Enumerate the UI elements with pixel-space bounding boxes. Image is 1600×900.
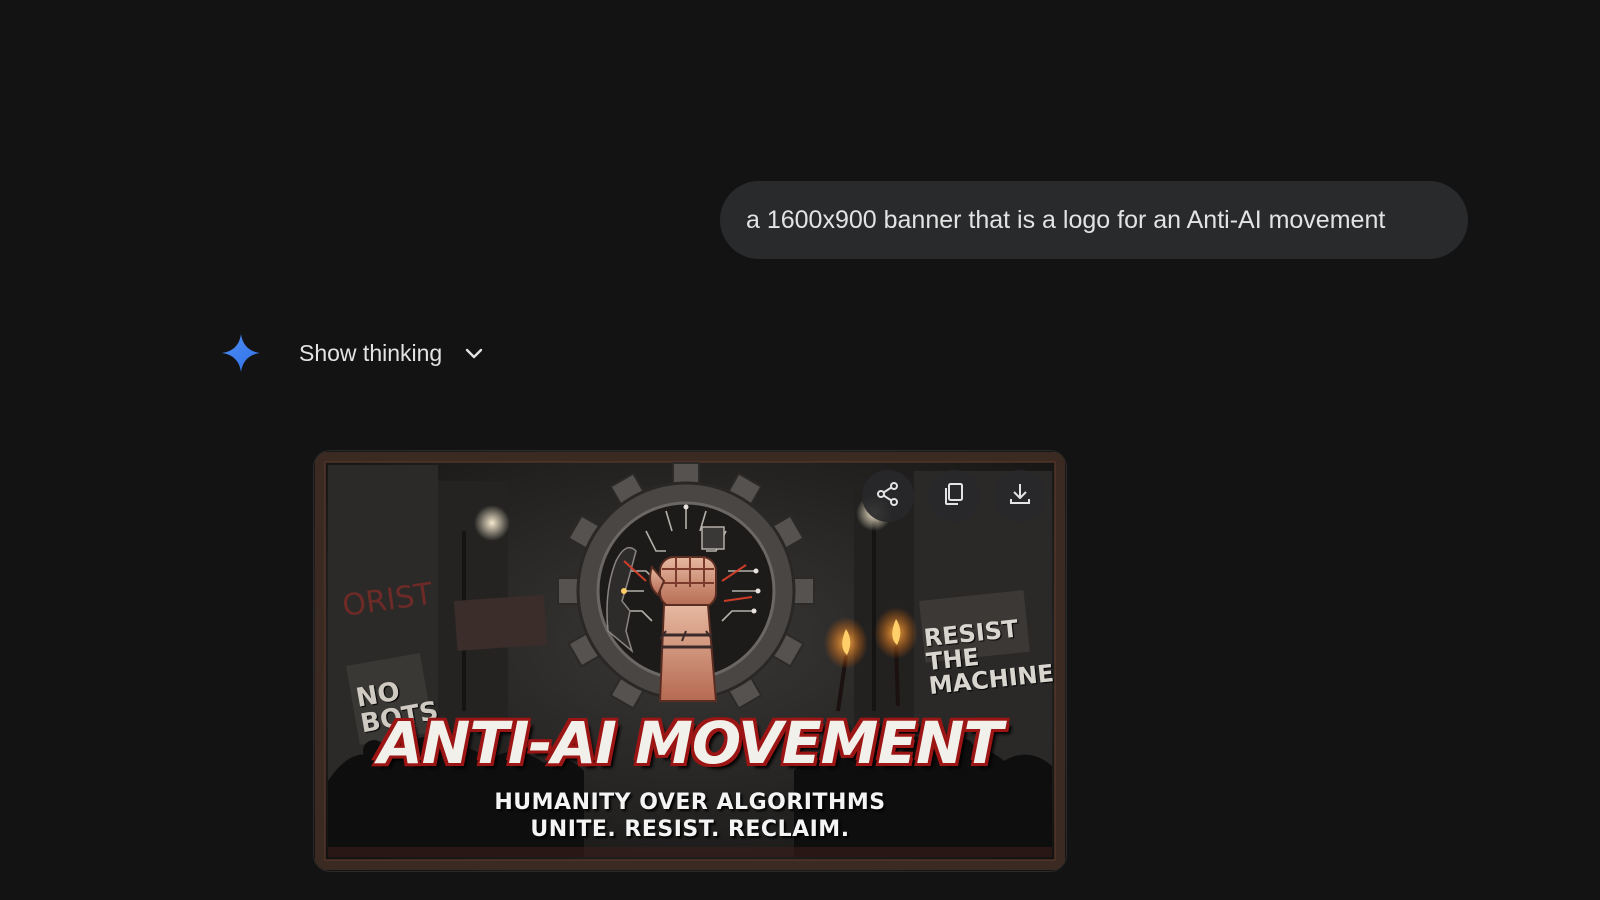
gemini-spark-icon: [220, 332, 262, 374]
user-message-text: a 1600x900 banner that is a logo for an …: [746, 205, 1386, 234]
show-thinking-label: Show thinking: [299, 339, 443, 366]
download-icon: [1007, 481, 1033, 512]
banner-title: ANTI-AI MOVEMENT: [377, 709, 1003, 777]
share-button[interactable]: [862, 470, 914, 522]
chevron-down-icon: [462, 341, 486, 365]
banner-subtitle-2: UNITE. RESIST. RECLAIM.: [530, 817, 850, 842]
assistant-response-header: Show thinking: [220, 330, 486, 376]
copy-button[interactable]: [928, 470, 980, 522]
generated-image-card[interactable]: ORIST RESIST THE MACHINE NO BOTS ANTI-AI…: [314, 451, 1066, 871]
sign-resist-the-machine: RESIST THE MACHINE: [922, 612, 1066, 700]
image-action-bar: [862, 470, 1046, 522]
share-icon: [875, 481, 901, 512]
user-message-bubble: a 1600x900 banner that is a logo for an …: [720, 181, 1468, 259]
show-thinking-toggle[interactable]: Show thinking: [299, 340, 486, 367]
download-button[interactable]: [994, 470, 1046, 522]
chat-page: a 1600x900 banner that is a logo for an …: [0, 0, 1600, 900]
banner-subtitle-1: HUMANITY OVER ALGORITHMS: [494, 790, 886, 815]
copy-icon: [941, 481, 967, 512]
